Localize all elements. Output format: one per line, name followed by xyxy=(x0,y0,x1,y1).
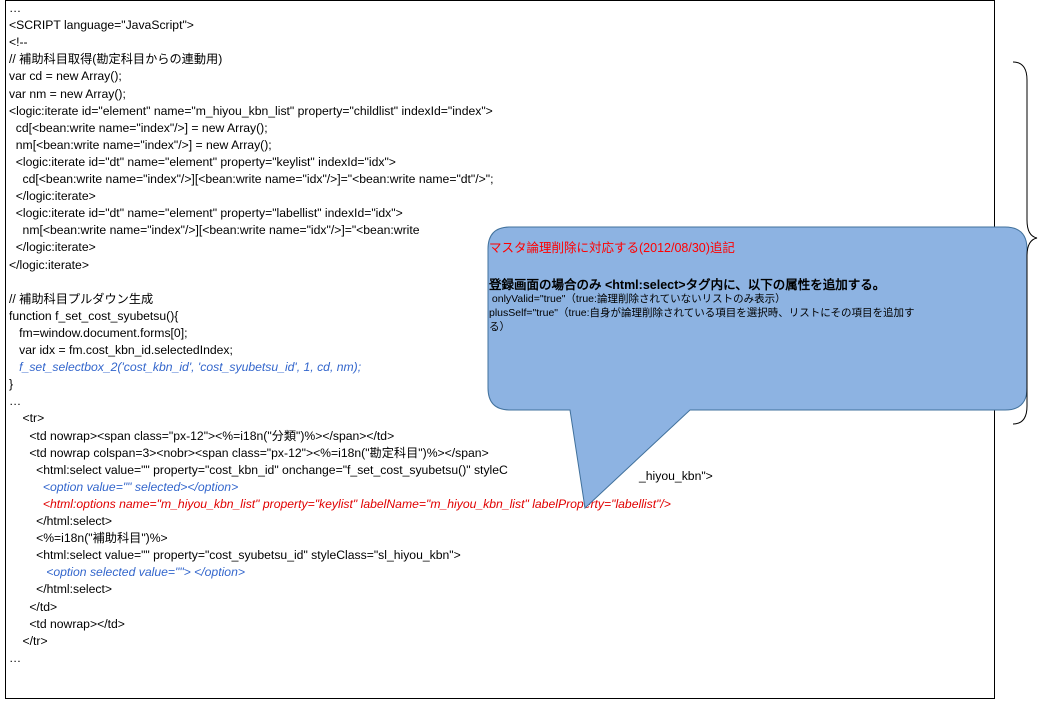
callout-title: マスタ論理削除に対応する(2012/08/30)追記 xyxy=(489,241,735,255)
callout-heading: 登録画面の場合のみ <html:select>タグ内に、以下の属性を追加する。 xyxy=(489,278,886,292)
document-page: … <SCRIPT language="JavaScript"> <!--// 補助… xyxy=(0,0,1040,702)
callout-line-2: plusSelf="true"（true:自身が論理削除されている項目を選択時、… xyxy=(489,307,915,319)
callout-line-1: onlyValid="true"（true:論理削除されていないリストのみ表示） xyxy=(489,293,786,305)
callout-shape xyxy=(487,61,1038,510)
callout-balloon xyxy=(487,226,1028,510)
callout-line-3: る） xyxy=(489,321,510,333)
